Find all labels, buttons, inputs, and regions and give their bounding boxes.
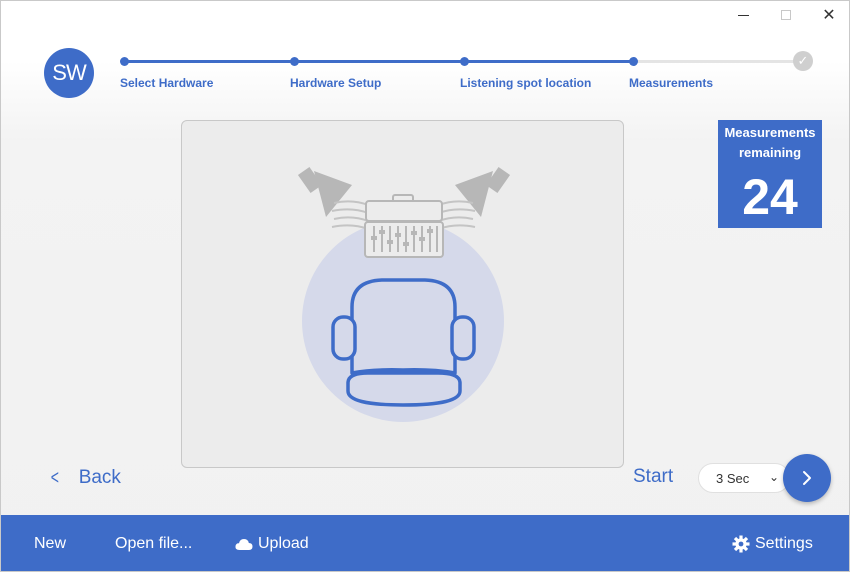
mixing-console-icon — [364, 194, 444, 258]
stepper-remaining-line — [635, 60, 803, 63]
open-file-button[interactable]: Open file... — [115, 535, 192, 553]
check-icon: ✓ — [793, 51, 813, 71]
chevron-right-icon — [803, 471, 811, 485]
new-button[interactable]: New — [34, 535, 66, 553]
chevron-down-icon: ⌄ — [769, 470, 780, 484]
measurements-remaining-label: Measurements remaining — [724, 125, 816, 160]
step-dot-hardware-setup — [290, 57, 299, 66]
chevron-left-icon: < — [50, 466, 59, 489]
bottom-toolbar: New Open file... Upload Settings — [1, 515, 849, 571]
step-label-measurements[interactable]: Measurements — [629, 76, 713, 90]
step-label-select-hardware[interactable]: Select Hardware — [120, 76, 213, 90]
back-button[interactable]: < Back — [49, 464, 121, 492]
settings-label: Settings — [755, 535, 813, 552]
upload-label: Upload — [258, 535, 309, 552]
step-label-listening-spot[interactable]: Listening spot location — [460, 76, 591, 90]
studio-diagram — [297, 166, 511, 422]
back-label: Back — [78, 467, 121, 488]
delay-select[interactable]: 3 Sec ⌄ — [698, 463, 790, 493]
start-button[interactable]: Start — [633, 466, 673, 488]
listening-setup-illustration — [181, 120, 624, 468]
next-button[interactable] — [783, 454, 831, 502]
measurements-remaining-count: 24 — [742, 169, 798, 225]
measurements-remaining-box: Measurements remaining 24 — [718, 120, 822, 228]
chair-icon — [331, 278, 476, 407]
step-dot-listening-spot — [460, 57, 469, 66]
delay-value: 3 Sec — [716, 470, 750, 486]
cloud-icon — [235, 539, 253, 550]
gear-icon — [732, 535, 750, 553]
progress-stepper: Select Hardware Hardware Setup Listening… — [1, 1, 849, 101]
settings-button[interactable]: Settings — [732, 535, 813, 553]
upload-button[interactable]: Upload — [235, 535, 309, 553]
step-dot-measurements — [629, 57, 638, 66]
step-label-hardware-setup[interactable]: Hardware Setup — [290, 76, 381, 90]
step-dot-select-hardware — [120, 57, 129, 66]
stepper-progress-line — [123, 60, 635, 63]
app-window: ✕ SW Select Hardware Hardware Setup List… — [0, 0, 850, 572]
